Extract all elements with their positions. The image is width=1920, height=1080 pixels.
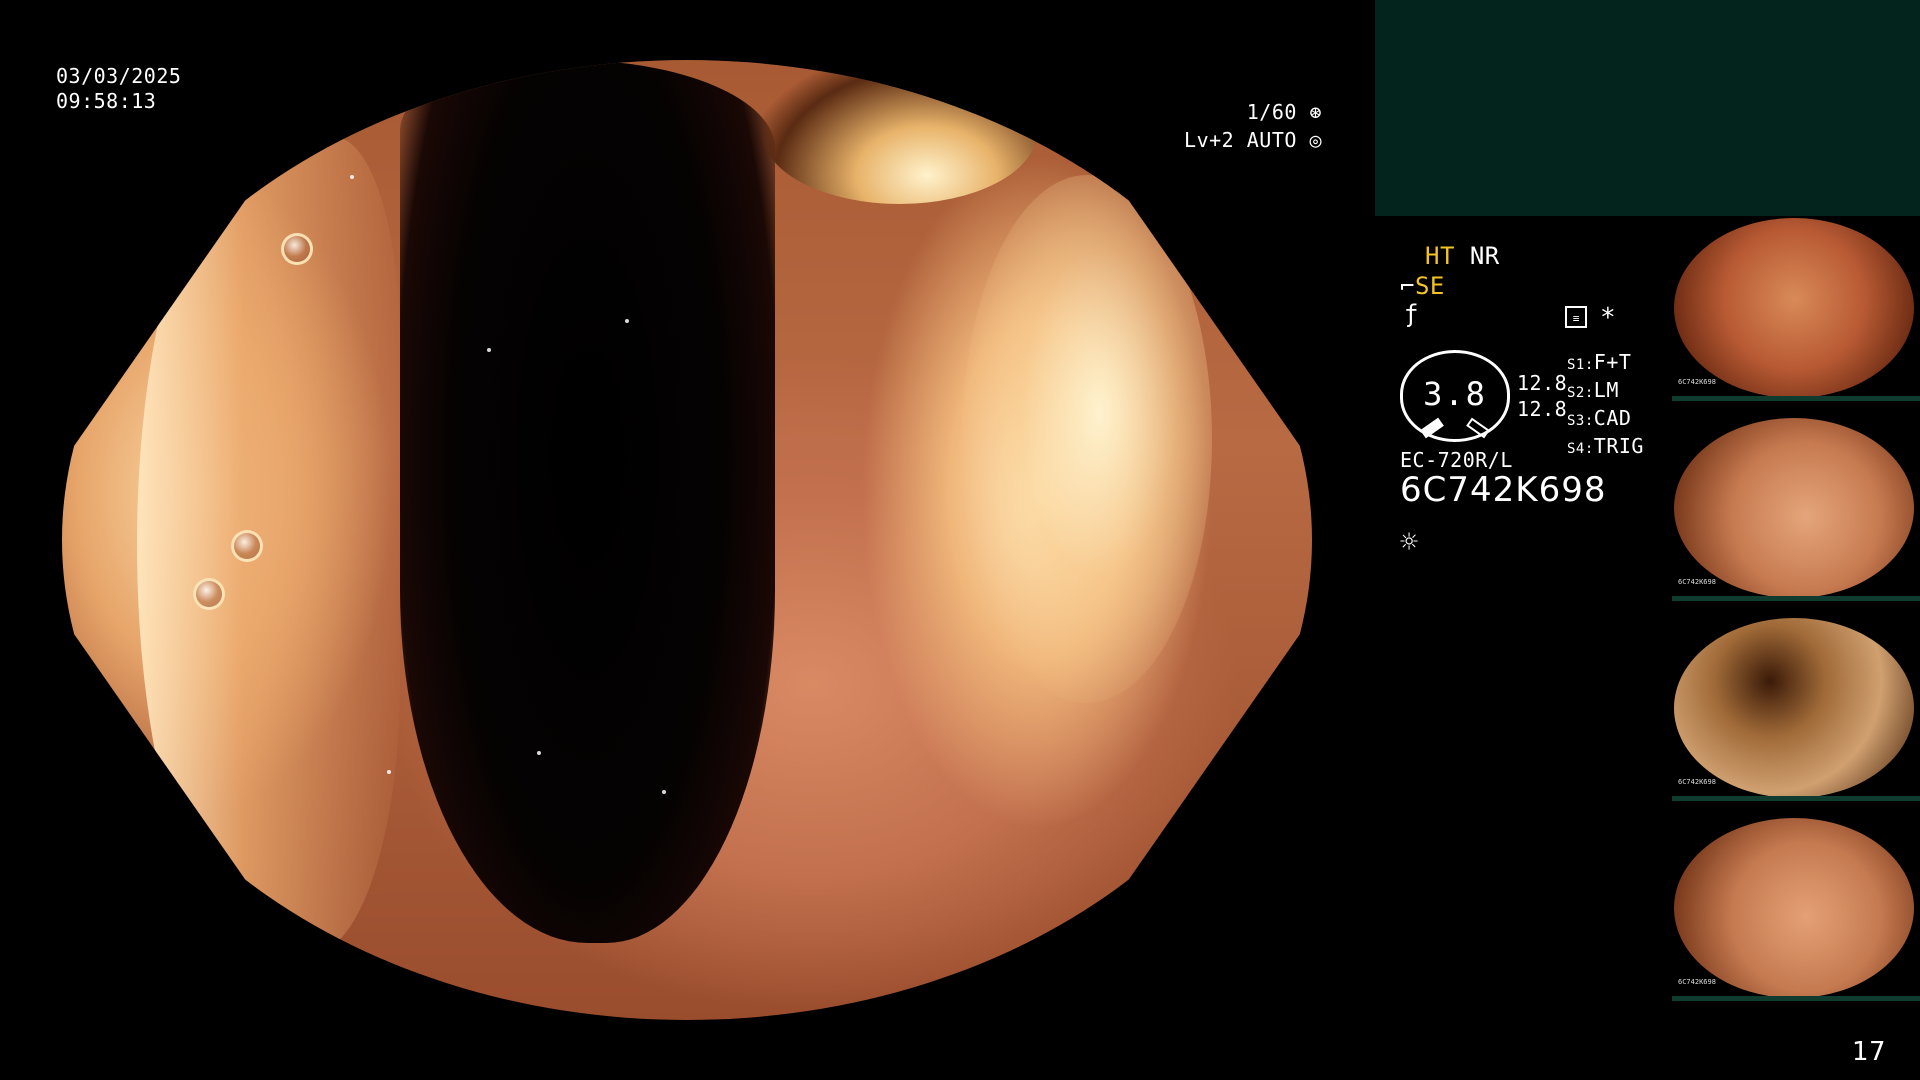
level-readout: Lv+2 AUTO ◎ (1160, 128, 1322, 153)
se-label: SE (1414, 272, 1445, 300)
slot-value: F+T (1593, 350, 1632, 374)
thumbnail-image (1674, 218, 1914, 396)
slot-key: S4: (1567, 441, 1594, 457)
thumbnail-label: 6C742K698 (1678, 378, 1716, 386)
nr-label: NR (1469, 242, 1500, 270)
thumbnail-label: 6C742K698 (1678, 578, 1716, 586)
zoom-dial: 3.8 (1400, 350, 1510, 442)
lumen (399, 60, 775, 944)
thumbnail-image (1674, 618, 1914, 796)
dial-marker-left (1420, 417, 1444, 439)
thumbnail-image (1674, 418, 1914, 596)
capture-thumbnail[interactable]: 6C742K698 (1672, 816, 1920, 1001)
thumbnail-label: 6C742K698 (1678, 978, 1716, 986)
date-text: 03/03/2025 (56, 64, 182, 88)
slot-row: S4:TRIG (1567, 434, 1644, 462)
slot-row: S3:CAD (1567, 406, 1644, 434)
speck (349, 175, 354, 180)
dial-value: 3.8 (1423, 375, 1487, 413)
shutter-text: 1/60 (1246, 100, 1297, 124)
slot-value: TRIG (1593, 434, 1644, 458)
aperture-icon: ⊛ (1309, 100, 1322, 124)
level-text: Lv+2 AUTO (1184, 128, 1297, 152)
time-text: 09:58:13 (56, 89, 157, 113)
thumbnail-image (1674, 818, 1914, 996)
endoscope-main-view (62, 60, 1312, 1020)
bubble (280, 232, 313, 265)
bubble (230, 530, 263, 563)
switch-assignments: S1:F+T S2:LM S3:CAD S4:TRIG (1567, 350, 1644, 462)
thumbnail-label: 6C742K698 (1678, 778, 1716, 786)
dial-values: 12.8 12.8 (1517, 370, 1567, 422)
slot-key: S3: (1567, 413, 1594, 429)
slot-value: CAD (1593, 406, 1632, 430)
slot-key: S1: (1567, 357, 1594, 373)
capture-thumbnail[interactable]: 6C742K698 (1672, 616, 1920, 801)
slot-row: S1:F+T (1567, 350, 1644, 378)
iris-icon: ◎ (1309, 128, 1322, 152)
speck (624, 319, 629, 324)
info-panel-header (1375, 0, 1920, 216)
shutter-readout: 1/60 ⊛ (1200, 100, 1322, 125)
value-2: 12.8 (1517, 397, 1568, 421)
dial-marker-right (1466, 417, 1490, 439)
sword-icon: ⌐ (1400, 272, 1415, 300)
slot-row: S2:LM (1567, 378, 1644, 406)
se-indicator: ⌐SE (1400, 274, 1445, 299)
slot-value: LM (1593, 378, 1619, 402)
star-indicator: * (1600, 303, 1617, 333)
speck (662, 789, 666, 794)
capture-thumbnail[interactable]: 6C742K698 (1672, 416, 1920, 601)
capture-thumbnail[interactable]: 6C742K698 (1672, 216, 1920, 401)
speck (487, 348, 491, 352)
scope-serial: 6C742K698 (1400, 470, 1607, 510)
memo-icon: ≡ (1565, 306, 1587, 328)
f-hook-icon: ƒ (1404, 300, 1419, 328)
ht-nr-indicator: HT NR (1425, 244, 1500, 269)
page-number: 17 (1852, 1037, 1887, 1067)
mucosal-fold-top (762, 60, 1037, 204)
sun-icon: ☼ (1400, 525, 1419, 560)
mucosal-fold-left (137, 136, 400, 953)
datetime: 03/03/2025 09:58:13 (56, 64, 181, 114)
slot-key: S2: (1567, 385, 1594, 401)
ht-label: HT (1425, 242, 1455, 270)
value-1: 12.8 (1517, 371, 1568, 395)
light-reflection (962, 175, 1212, 704)
